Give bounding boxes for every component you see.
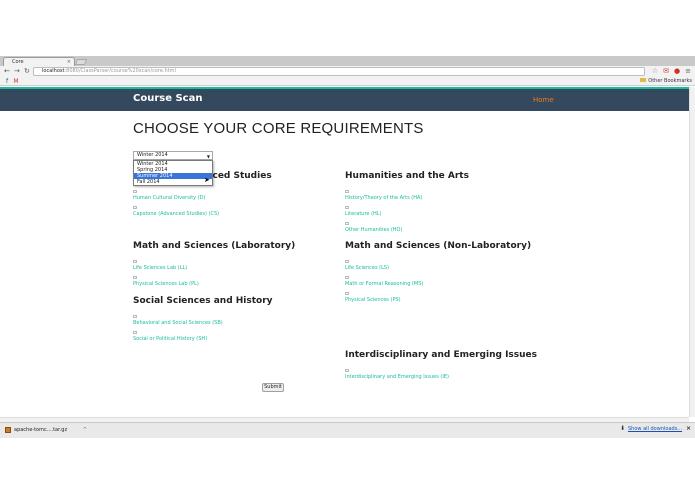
url-host: localhost — [42, 68, 65, 74]
link-image-icon — [133, 276, 137, 279]
term-select[interactable]: Winter 2014 ▼ — [133, 151, 213, 160]
term-option-fall-2014[interactable]: Fall 2014 — [134, 179, 212, 185]
section-title-interdisciplinary: Interdisciplinary and Emerging Issues — [345, 350, 538, 360]
address-bar[interactable]: localhost:8080/ClassParser/course%20scan… — [33, 67, 645, 76]
link-image-icon — [133, 206, 137, 209]
download-arrow-icon: ⬇ — [620, 425, 626, 432]
link-math-formal-reasoning[interactable]: Math or Formal Reasoning (MS) — [345, 281, 423, 287]
link-literature[interactable]: Literature (HL) — [345, 211, 382, 217]
browser-tab-title: Core — [12, 59, 24, 65]
link-image-icon — [345, 260, 349, 263]
link-image-icon — [345, 206, 349, 209]
link-capstone[interactable]: Capstone (Advanced Studies) (CS) — [133, 211, 219, 217]
other-bookmarks-label: Other Bookmarks — [648, 78, 692, 84]
link-other-humanities[interactable]: Other Humanities (HO) — [345, 227, 402, 233]
submit-button[interactable]: Submit — [262, 383, 284, 392]
browser-tab-strip — [0, 56, 695, 66]
archive-file-icon — [5, 427, 11, 433]
link-image-icon — [133, 260, 137, 263]
home-link[interactable]: Home — [533, 95, 554, 105]
vertical-scrollbar[interactable] — [689, 87, 695, 417]
section-title-math-nonlab: Math and Sciences (Non-Laboratory) — [345, 241, 532, 251]
folder-icon — [640, 78, 647, 82]
link-interdisciplinary[interactable]: Interdisciplinary and Emerging Issues (I… — [345, 374, 449, 380]
term-select-value: Winter 2014 — [137, 152, 168, 158]
link-image-icon — [345, 222, 349, 225]
link-image-icon — [345, 292, 349, 295]
link-image-icon — [133, 190, 137, 193]
top-margin — [0, 0, 695, 56]
site-navbar — [0, 87, 689, 111]
bookmarks-bar — [0, 77, 695, 86]
link-human-cultural-diversity[interactable]: Human Cultural Diversity (D) — [133, 195, 205, 201]
tab-close-icon[interactable]: × — [67, 58, 71, 66]
link-image-icon — [345, 276, 349, 279]
url-path: :8080/ClassParser/course%20scan/core.htm… — [64, 68, 176, 74]
other-bookmarks[interactable]: Other Bookmarks — [640, 78, 692, 85]
page-title: CHOOSE YOUR CORE REQUIREMENTS — [133, 120, 424, 137]
star-bookmark-icon[interactable]: ☆ — [651, 67, 659, 75]
mouse-cursor-icon: ➤ — [204, 176, 210, 184]
link-image-icon — [133, 331, 137, 334]
browser-tab[interactable]: Core × — [3, 57, 75, 66]
section-title-humanities: Humanities and the Arts — [345, 171, 469, 181]
download-item[interactable]: apache-tomc....tar.gz ^ — [4, 425, 88, 435]
show-all-downloads-link[interactable]: Show all downloads... — [628, 426, 682, 433]
link-physical-sciences[interactable]: Physical Sciences (PS) — [345, 297, 401, 303]
chevron-down-icon: ▼ — [206, 154, 210, 159]
chevron-up-icon[interactable]: ^ — [83, 425, 87, 435]
section-title-social-sciences: Social Sciences and History — [133, 296, 273, 306]
link-behavioral-social-sciences[interactable]: Behavioral and Social Sciences (SB) — [133, 320, 223, 326]
link-image-icon — [345, 369, 349, 372]
forward-arrow-icon[interactable]: → — [14, 67, 20, 76]
wrench-menu-icon[interactable]: ≡ — [684, 67, 692, 75]
close-icon[interactable]: × — [686, 425, 691, 432]
link-image-icon — [133, 315, 137, 318]
extension-stop-icon[interactable]: ● — [673, 67, 681, 75]
download-filename: apache-tomc....tar.gz — [14, 427, 68, 433]
facebook-bookmark-icon[interactable]: f — [3, 78, 11, 86]
site-brand[interactable]: Course Scan — [133, 93, 202, 105]
reload-icon[interactable]: ↻ — [24, 67, 30, 76]
extension-mail-icon[interactable]: ✉ — [662, 67, 670, 75]
link-life-sciences-lab[interactable]: Life Sciences Lab (LL) — [133, 265, 187, 271]
gmail-bookmark-icon[interactable]: M — [12, 78, 20, 86]
downloads-bar — [0, 422, 695, 438]
section-title-math-lab: Math and Sciences (Laboratory) — [133, 241, 296, 251]
link-life-sciences[interactable]: Life Sciences (LS) — [345, 265, 389, 271]
link-image-icon — [345, 190, 349, 193]
bottom-margin — [0, 438, 695, 494]
link-physical-sciences-lab[interactable]: Physical Sciences Lab (PL) — [133, 281, 199, 287]
back-arrow-icon[interactable]: ← — [4, 67, 10, 76]
link-history-theory-arts[interactable]: History/Theory of the Arts (HA) — [345, 195, 422, 201]
link-social-political-history[interactable]: Social or Political History (SH) — [133, 336, 207, 342]
